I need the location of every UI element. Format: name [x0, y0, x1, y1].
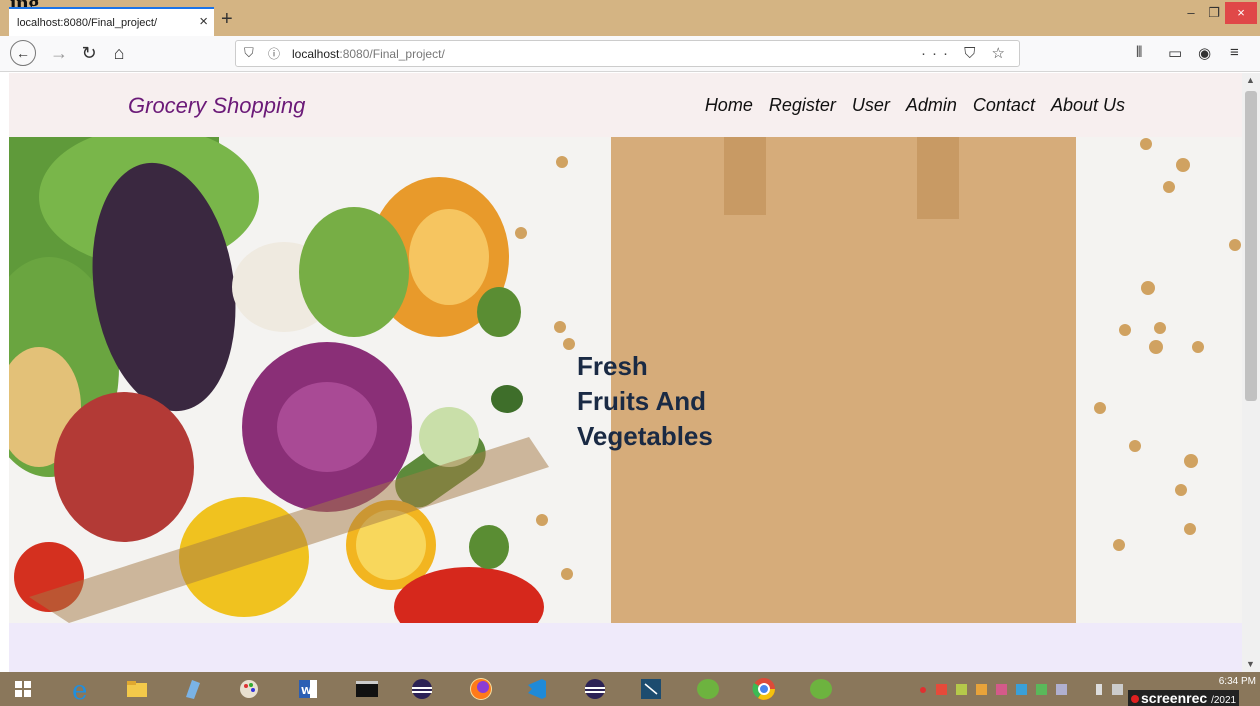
- site-info-icon[interactable]: ⓘ: [268, 45, 280, 62]
- nav-link-user[interactable]: User: [852, 95, 890, 116]
- clock-time: 6:34 PM: [1218, 676, 1256, 687]
- page-viewport: Grocery Shopping Home Register User Admi…: [9, 73, 1242, 672]
- taskbar-clock[interactable]: 6:34 PM: [1186, 675, 1256, 688]
- tray-app-icon[interactable]: [936, 684, 947, 695]
- window-close-button[interactable]: ×: [1225, 2, 1257, 24]
- pycharm-icon[interactable]: [636, 675, 666, 703]
- reload-icon[interactable]: ↻: [76, 40, 102, 66]
- url-bar[interactable]: ⛉ ⓘ localhost:8080/Final_project/ ··· ⛉ …: [235, 40, 1020, 67]
- hero-heading: Fresh Fruits And Vegetables: [577, 349, 797, 454]
- tracking-shield-icon[interactable]: ⛉: [244, 45, 254, 61]
- sidebar-icon[interactable]: ▭: [1168, 44, 1182, 62]
- library-icon[interactable]: ⫴: [1136, 44, 1142, 61]
- network-icon[interactable]: [1112, 684, 1123, 695]
- scroll-down-icon[interactable]: ▼: [1246, 659, 1255, 669]
- hero-heading-line-3: Vegetables: [577, 421, 713, 451]
- hero-heading-line-2: Fruits And: [577, 386, 707, 416]
- url-text[interactable]: localhost:8080/Final_project/: [292, 47, 445, 61]
- back-arrow-icon[interactable]: ←: [10, 40, 36, 66]
- svg-text:W: W: [301, 686, 312, 697]
- tray-app-icon[interactable]: [1036, 684, 1047, 695]
- browser-tab[interactable]: localhost:8080/Final_project/ ×: [9, 7, 214, 36]
- home-icon[interactable]: ⌂: [106, 40, 132, 66]
- svg-text:e: e: [72, 676, 87, 703]
- forward-arrow-icon[interactable]: →: [46, 40, 72, 66]
- eclipse-2-icon[interactable]: [580, 675, 610, 703]
- browser-toolbar: ← → ↻ ⌂ ⛉ ⓘ localhost:8080/Final_project…: [0, 36, 1260, 72]
- spring-tool-icon[interactable]: [693, 675, 723, 703]
- tray-app-icon[interactable]: [1016, 684, 1027, 695]
- tray-app-icon[interactable]: [956, 684, 967, 695]
- account-icon[interactable]: ◉: [1198, 44, 1211, 62]
- url-path: :8080/Final_project/: [339, 47, 445, 61]
- nav-link-admin[interactable]: Admin: [906, 95, 957, 116]
- page-actions-icons[interactable]: ··· ⛉ ☆: [921, 44, 1011, 62]
- clock-date-fragment: /2021: [1211, 695, 1237, 706]
- hero-banner: Fresh Fruits And Vegetables: [9, 137, 1242, 623]
- url-host: localhost: [292, 47, 340, 61]
- tab-close-icon[interactable]: ×: [199, 13, 208, 30]
- eclipse-icon[interactable]: [407, 675, 437, 703]
- scroll-up-icon[interactable]: ▲: [1246, 75, 1255, 85]
- windows-taskbar: e W 6:34 PM: [0, 672, 1260, 706]
- main-nav: Home Register User Admin Contact About U…: [705, 95, 1125, 116]
- window-minimize-button[interactable]: –: [1180, 2, 1202, 24]
- tray-app-icon[interactable]: [976, 684, 987, 695]
- screenrec-label: screenrec: [1141, 690, 1208, 706]
- tray-app-icon[interactable]: [1056, 684, 1067, 695]
- hamburger-menu-icon[interactable]: ≡: [1230, 44, 1239, 61]
- page-scrollbar[interactable]: ▲ ▼: [1242, 73, 1260, 672]
- hero-heading-line-1: Fresh: [577, 351, 648, 381]
- tray-record-icon[interactable]: [920, 687, 926, 693]
- site-header: Grocery Shopping Home Register User Admi…: [9, 73, 1242, 137]
- nav-link-home[interactable]: Home: [705, 95, 753, 116]
- brand-logo[interactable]: Grocery Shopping: [128, 93, 305, 119]
- file-explorer-icon[interactable]: [122, 675, 152, 703]
- scroll-thumb[interactable]: [1245, 91, 1257, 401]
- spring-tool-2-icon[interactable]: [806, 675, 836, 703]
- screenrec-watermark: screenrec /2021: [1128, 690, 1240, 706]
- chrome-icon[interactable]: [749, 675, 779, 703]
- battery-icon[interactable]: [1096, 684, 1102, 695]
- record-dot-icon: [1131, 695, 1139, 703]
- firefox-icon[interactable]: [466, 675, 496, 703]
- tray-app-icon[interactable]: [996, 684, 1007, 695]
- nav-link-register[interactable]: Register: [769, 95, 836, 116]
- word-icon[interactable]: W: [293, 675, 323, 703]
- windows-start-icon[interactable]: [8, 675, 38, 703]
- nav-link-contact[interactable]: Contact: [973, 95, 1035, 116]
- paint-icon[interactable]: [234, 675, 264, 703]
- vscode-icon[interactable]: [522, 675, 552, 703]
- browser-tab-strip: ing localhost:8080/Final_project/ × + – …: [0, 0, 1260, 36]
- nav-link-about-us[interactable]: About Us: [1051, 95, 1125, 116]
- new-tab-button[interactable]: +: [221, 9, 233, 29]
- internet-explorer-icon[interactable]: e: [66, 675, 96, 703]
- terminal-icon[interactable]: [352, 675, 382, 703]
- app-blue-icon[interactable]: [178, 675, 208, 703]
- window-maximize-button[interactable]: ❐: [1203, 2, 1225, 24]
- tab-title: localhost:8080/Final_project/: [17, 17, 158, 29]
